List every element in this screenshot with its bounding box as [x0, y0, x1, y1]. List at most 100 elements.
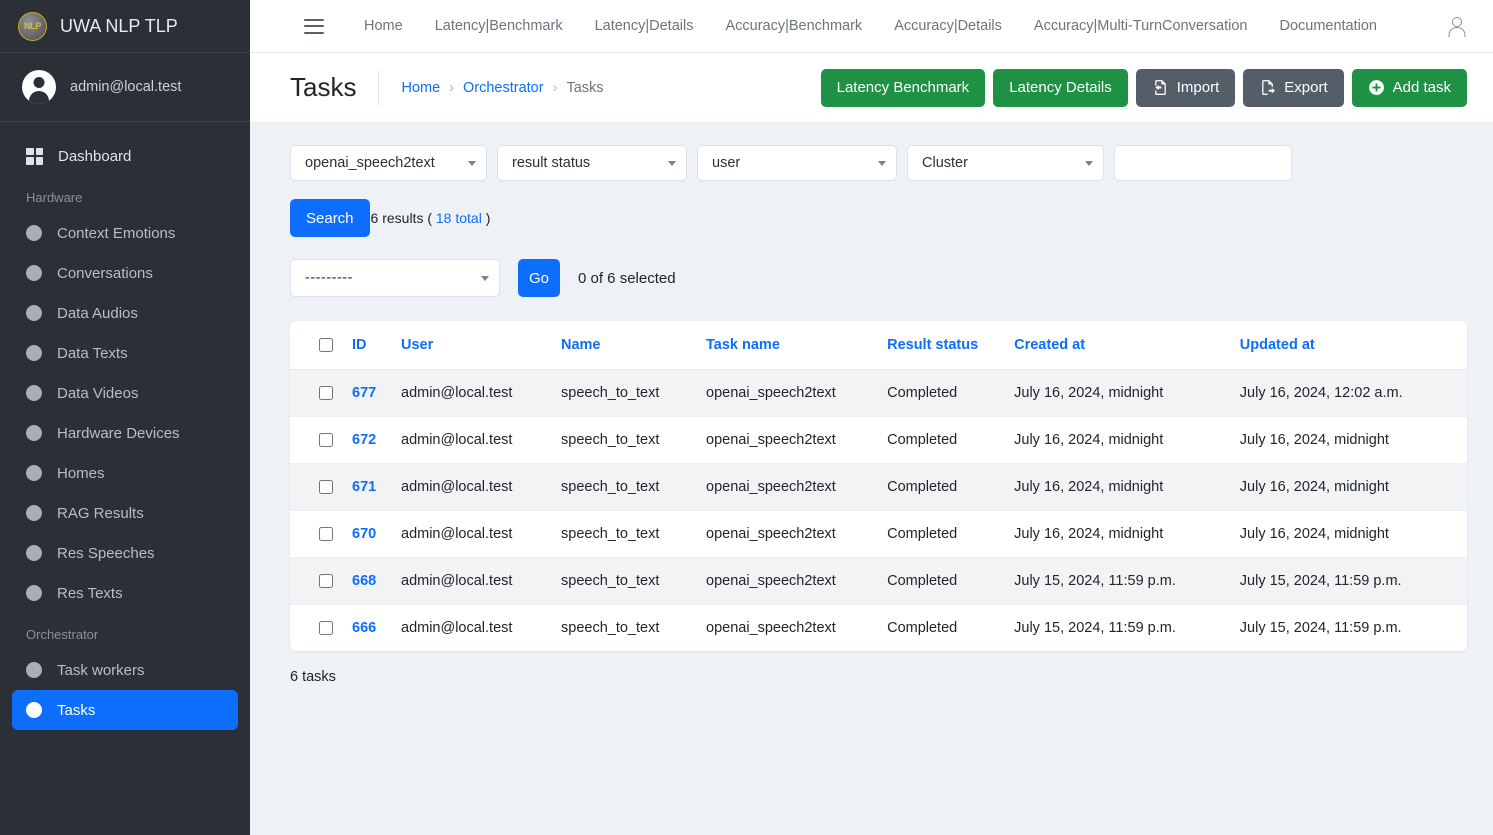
row-checkbox[interactable] [319, 433, 333, 448]
filter-cluster-select[interactable]: Cluster [907, 145, 1104, 181]
search-input[interactable] [1114, 145, 1292, 181]
task-id-link[interactable]: 666 [352, 620, 376, 636]
chevron-down-icon [878, 160, 886, 166]
cell-name: speech_to_text [561, 510, 706, 558]
sidebar-item-hardware-devices[interactable]: Hardware Devices [12, 413, 238, 453]
task-id-link[interactable]: 672 [352, 432, 376, 448]
topnav-item-accuracy-benchmark[interactable]: Accuracy|Benchmark [709, 18, 878, 34]
task-id-link[interactable]: 670 [352, 526, 376, 542]
topnav-item-home[interactable]: Home [348, 18, 419, 34]
row-select-cell [290, 605, 352, 652]
breadcrumb: Home › Orchestrator › Tasks [401, 80, 603, 96]
cell-user: admin@local.test [401, 369, 561, 417]
add-task-button[interactable]: Add task [1351, 68, 1467, 107]
row-checkbox[interactable] [319, 527, 333, 542]
hamburger-icon[interactable] [304, 18, 324, 34]
topnav-item-latency-benchmark[interactable]: Latency|Benchmark [419, 18, 579, 34]
row-checkbox[interactable] [319, 386, 333, 401]
sidebar-item-conversations[interactable]: Conversations [12, 253, 238, 293]
breadcrumb-separator: › [552, 79, 558, 96]
grid-icon [26, 147, 43, 165]
column-header-updated-at[interactable]: Updated at [1239, 321, 1467, 370]
sidebar-item-rag-results[interactable]: RAG Results [12, 493, 238, 533]
table-row: 672 admin@local.test speech_to_text openai_… [290, 416, 1467, 464]
sidebar-item-homes[interactable]: Homes [12, 453, 238, 493]
user-account-icon[interactable] [1447, 16, 1467, 36]
row-checkbox[interactable] [319, 574, 333, 589]
breadcrumb-item-home[interactable]: Home [401, 80, 440, 96]
search-button[interactable]: Search [290, 199, 370, 237]
cell-task-name: openai_speech2text [706, 510, 888, 558]
bullet-icon [26, 545, 42, 561]
brand-header[interactable]: NLP UWA NLP TLP [0, 0, 250, 53]
cell-user: admin@local.test [401, 463, 561, 511]
export-button[interactable]: Export [1243, 68, 1344, 107]
sidebar-item-data-audios[interactable]: Data Audios [12, 293, 238, 333]
row-checkbox[interactable] [319, 480, 333, 495]
sidebar-item-dashboard[interactable]: Dashboard [12, 136, 238, 176]
bulk-action-select[interactable]: --------- [290, 259, 500, 297]
filter-task-name-select[interactable]: openai_speech2text [290, 145, 487, 181]
header-divider [378, 70, 380, 105]
chevron-down-icon [1085, 160, 1093, 166]
cell-user: admin@local.test [401, 620, 513, 636]
row-checkbox[interactable] [319, 621, 333, 636]
cell-created-at: July 15, 2024, 11:59 p.m. [1014, 620, 1176, 636]
cell-result-status: Completed [887, 369, 1015, 417]
sidebar-item-context-emotions[interactable]: Context Emotions [12, 213, 238, 253]
task-id-link[interactable]: 671 [352, 479, 376, 495]
sidebar-item-label: Tasks [57, 701, 96, 719]
main-area: Home Latency|Benchmark Latency|Details Accu… [250, 0, 1493, 835]
page-title: Tasks [290, 72, 357, 102]
go-button[interactable]: Go [518, 259, 560, 297]
import-button[interactable]: Import [1135, 68, 1236, 107]
sidebar-item-label: Data Videos [57, 384, 139, 402]
column-header-task-name[interactable]: Task name [706, 321, 888, 370]
sidebar-item-label: Context Emotions [57, 224, 176, 242]
cell-name: speech_to_text [561, 463, 706, 511]
row-select-cell [290, 369, 352, 417]
topnav-item-accuracy-details[interactable]: Accuracy|Details [878, 18, 1018, 34]
cell-updated-at: July 15, 2024, 11:59 p.m. [1239, 620, 1402, 636]
filter-result-status-select[interactable]: result status [497, 145, 687, 181]
sidebar: NLP UWA NLP TLP admin@local.test Dashboa… [0, 0, 250, 835]
bullet-icon [26, 702, 42, 718]
select-all-checkbox[interactable] [319, 338, 333, 353]
sidebar-item-label: Dashboard [58, 147, 132, 165]
topnav-item-accuracy-multi-turnconversation[interactable]: Accuracy|Multi-TurnConversation [1018, 18, 1264, 34]
sidebar-item-tasks[interactable]: Tasks [12, 690, 238, 730]
column-header-name[interactable]: Name [561, 321, 706, 370]
sidebar-item-res-speeches[interactable]: Res Speeches [12, 533, 238, 573]
cell-updated-at: July 16, 2024, midnight [1239, 510, 1467, 558]
cell-updated-at: July 16, 2024, 12:02 a.m. [1239, 369, 1467, 417]
page-header: Tasks Home › Orchestrator › Tasks Latency Be… [250, 53, 1493, 123]
column-header-user[interactable]: User [401, 321, 561, 370]
cell-user: admin@local.test [401, 510, 561, 558]
sidebar-item-data-videos[interactable]: Data Videos [12, 373, 238, 413]
task-id-link[interactable]: 668 [352, 573, 376, 589]
filter-bar: openai_speech2text result status user Cl… [290, 145, 1467, 181]
topnav-item-latency-details[interactable]: Latency|Details [579, 18, 710, 34]
table-row: 671 admin@local.test speech_to_text openai_… [290, 463, 1467, 511]
tasks-table-container: ID User Name Task name Result status Created … [290, 321, 1467, 651]
tasks-table: ID User Name Task name Result status Created … [290, 321, 1467, 651]
results-total-link[interactable]: 18 total [436, 210, 482, 226]
topnav-item-documentation[interactable]: Documentation [1263, 18, 1393, 34]
column-header-created-at[interactable]: Created at [1014, 321, 1240, 370]
breadcrumb-item-orchestrator[interactable]: Orchestrator [463, 80, 544, 96]
table-row: 677 admin@local.test speech_to_text openai_… [290, 369, 1467, 417]
sidebar-item-label: Task workers [57, 661, 145, 679]
sidebar-item-res-texts[interactable]: Res Texts [12, 573, 238, 613]
column-header-id[interactable]: ID [352, 321, 401, 370]
sidebar-item-task-workers[interactable]: Task workers [12, 650, 238, 690]
latency-benchmark-button[interactable]: Latency Benchmark [820, 68, 986, 107]
task-id-link[interactable]: 677 [352, 385, 376, 401]
top-nav-links: Home Latency|Benchmark Latency|Details Accu… [348, 18, 1427, 34]
column-header-result-status[interactable]: Result status [887, 321, 1015, 370]
cell-result-status: Completed [887, 463, 1015, 511]
sidebar-item-label: Homes [57, 464, 105, 482]
sidebar-item-data-texts[interactable]: Data Texts [12, 333, 238, 373]
nlp-coin-logo-icon: NLP [18, 11, 47, 41]
latency-details-button[interactable]: Latency Details [993, 68, 1128, 107]
filter-user-select[interactable]: user [697, 145, 897, 181]
